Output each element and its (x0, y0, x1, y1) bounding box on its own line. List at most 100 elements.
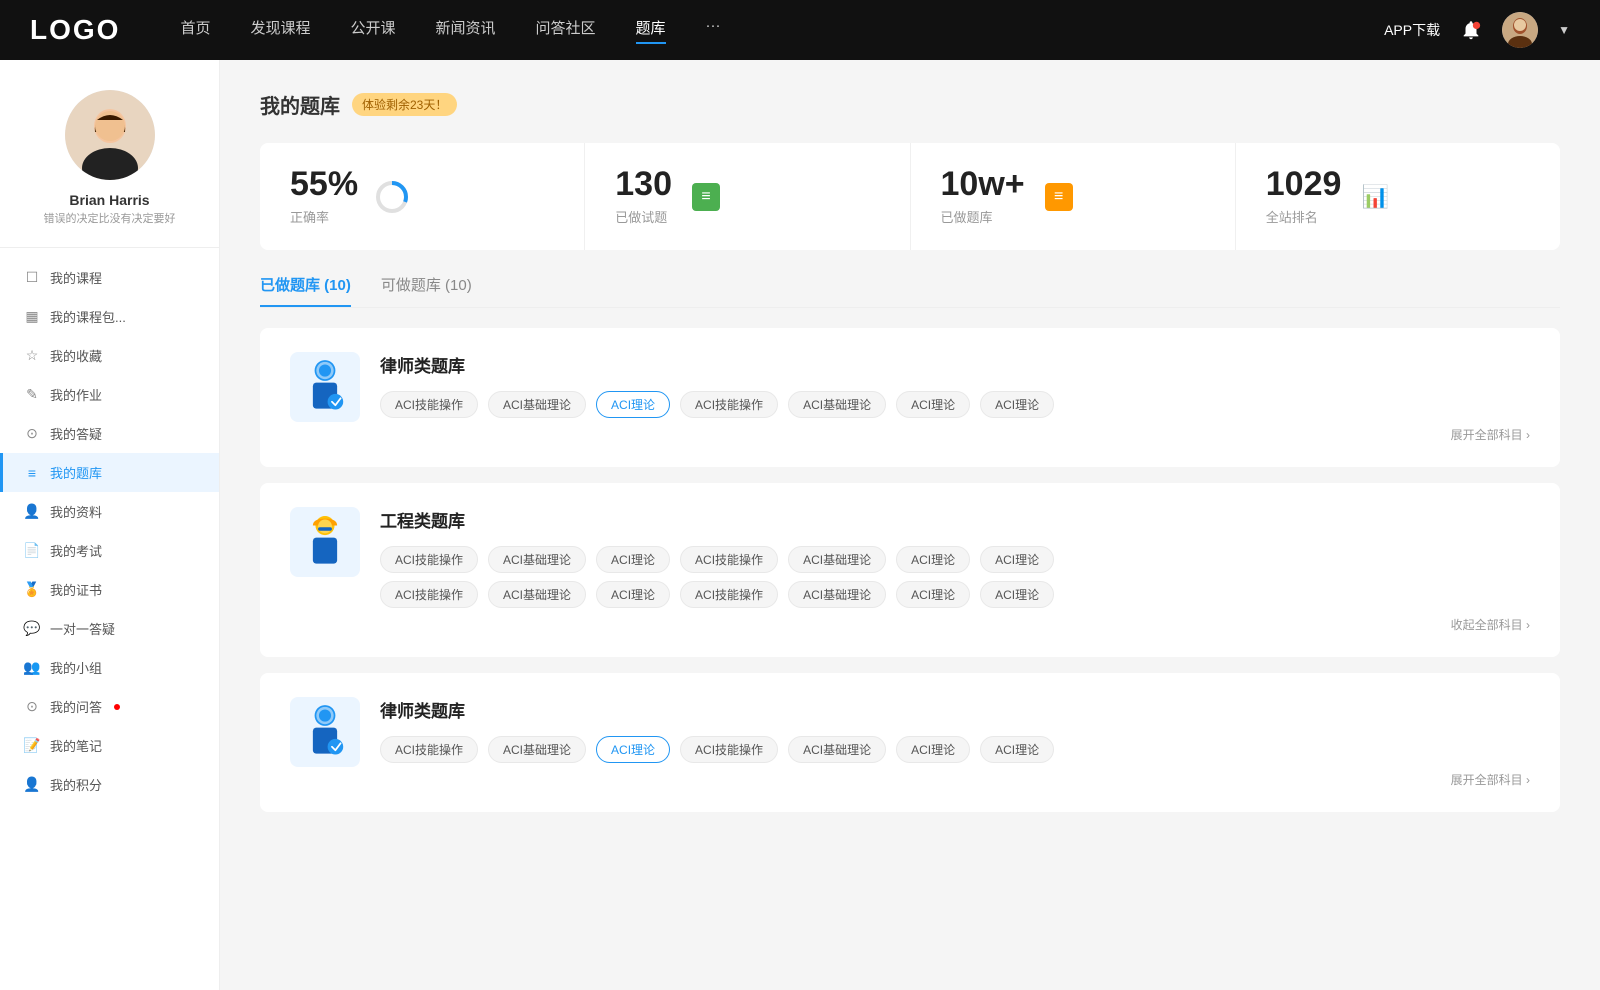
nav-item-questionbank[interactable]: 题库 (636, 17, 666, 44)
sidebar: Brian Harris 错误的决定比没有决定要好 ☐ 我的课程 ▦ 我的课程包… (0, 60, 220, 990)
nav-item-qa[interactable]: 问答社区 (536, 17, 596, 44)
stat-done-questions-label: 已做试题 (615, 207, 672, 226)
user-avatar[interactable] (1502, 12, 1538, 48)
nav-menu: 首页 发现课程 公开课 新闻资讯 问答社区 题库 ··· (180, 17, 1384, 44)
collapse-link-engineer[interactable]: 收起全部科目 › (380, 616, 1530, 633)
user-icon: 👤 (24, 504, 40, 520)
tag[interactable]: ACI技能操作 (680, 581, 778, 608)
sidebar-item-course-pack[interactable]: ▦ 我的课程包... (0, 297, 219, 336)
tabs-row: 已做题库 (10) 可做题库 (10) (260, 274, 1560, 308)
qbank-lawyer-1-tags: ACI技能操作 ACI基础理论 ACI理论 ACI技能操作 ACI基础理论 AC… (380, 391, 1530, 418)
qbank-lawyer-2-title: 律师类题库 (380, 697, 1530, 722)
bar-icon: ▦ (24, 309, 40, 325)
tag-active[interactable]: ACI理论 (596, 391, 670, 418)
sidebar-item-my-course[interactable]: ☐ 我的课程 (0, 258, 219, 297)
edit-icon: ✎ (24, 387, 40, 403)
tag-active[interactable]: ACI理论 (596, 736, 670, 763)
stats-row: 55% 正确率 130 已做试题 ≡ (260, 143, 1560, 250)
stat-site-rank: 1029 全站排名 📊 (1236, 143, 1560, 250)
doc-icon: 📄 (24, 543, 40, 559)
tag[interactable]: ACI理论 (896, 581, 970, 608)
qbank-lawyer-1-title: 律师类题库 (380, 352, 1530, 377)
tag[interactable]: ACI技能操作 (380, 546, 478, 573)
tag[interactable]: ACI基础理论 (788, 546, 886, 573)
sidebar-item-one-to-one[interactable]: 💬 一对一答疑 (0, 609, 219, 648)
tag[interactable]: ACI技能操作 (380, 391, 478, 418)
app-download-link[interactable]: APP下载 (1384, 20, 1440, 40)
note-icon: 📝 (24, 738, 40, 754)
red-chart-icon: 📊 (1357, 179, 1393, 215)
tag[interactable]: ACI基础理论 (488, 736, 586, 763)
tag[interactable]: ACI理论 (896, 736, 970, 763)
qbank-card-engineer: 工程类题库 ACI技能操作 ACI基础理论 ACI理论 ACI技能操作 ACI基… (260, 483, 1560, 657)
page-header: 我的题库 体验剩余23天！ (260, 90, 1560, 119)
nav-item-discover[interactable]: 发现课程 (250, 17, 310, 44)
score-icon: 👤 (24, 777, 40, 793)
chat-icon: 💬 (24, 621, 40, 637)
qbank-card-lawyer-2: 律师类题库 ACI技能操作 ACI基础理论 ACI理论 ACI技能操作 ACI基… (260, 673, 1560, 812)
list-icon: ≡ (24, 465, 40, 481)
sidebar-item-group[interactable]: 👥 我的小组 (0, 648, 219, 687)
tag[interactable]: ACI理论 (896, 391, 970, 418)
sidebar-item-points[interactable]: 👤 我的积分 (0, 765, 219, 804)
qbank-lawyer-2-tags: ACI技能操作 ACI基础理论 ACI理论 ACI技能操作 ACI基础理论 AC… (380, 736, 1530, 763)
navbar: LOGO 首页 发现课程 公开课 新闻资讯 问答社区 题库 ··· APP下载 … (0, 0, 1600, 60)
sidebar-item-notes[interactable]: 📝 我的笔记 (0, 726, 219, 765)
nav-item-more[interactable]: ··· (706, 17, 721, 44)
sidebar-item-qa[interactable]: ⊙ 我的问答 (0, 687, 219, 726)
sidebar-item-certificate[interactable]: 🏅 我的证书 (0, 570, 219, 609)
nav-item-open-course[interactable]: 公开课 (350, 17, 395, 44)
tag[interactable]: ACI基础理论 (488, 581, 586, 608)
stat-done-banks-value: 10w+ (941, 167, 1025, 201)
tag[interactable]: ACI理论 (596, 546, 670, 573)
qbank-engineer-tags-row1: ACI技能操作 ACI基础理论 ACI理论 ACI技能操作 ACI基础理论 AC… (380, 546, 1530, 573)
qbank-lawyer-2-icon (290, 697, 360, 767)
nav-item-news[interactable]: 新闻资讯 (436, 17, 496, 44)
cert-icon: 🏅 (24, 582, 40, 598)
tag[interactable]: ACI理论 (980, 391, 1054, 418)
stat-done-questions: 130 已做试题 ≡ (585, 143, 910, 250)
sidebar-item-favorites[interactable]: ☆ 我的收藏 (0, 336, 219, 375)
notification-bell-icon[interactable] (1460, 19, 1482, 41)
tag[interactable]: ACI技能操作 (680, 736, 778, 763)
tag[interactable]: ACI理论 (896, 546, 970, 573)
tag[interactable]: ACI基础理论 (788, 391, 886, 418)
user-dropdown-arrow-icon[interactable]: ▼ (1558, 23, 1570, 37)
qa-dot-badge (114, 704, 120, 710)
tag[interactable]: ACI技能操作 (380, 736, 478, 763)
expand-link-lawyer-1[interactable]: 展开全部科目 › (380, 426, 1530, 443)
tag[interactable]: ACI技能操作 (680, 391, 778, 418)
nav-item-home[interactable]: 首页 (180, 17, 210, 44)
tag[interactable]: ACI理论 (596, 581, 670, 608)
sidebar-menu: ☐ 我的课程 ▦ 我的课程包... ☆ 我的收藏 ✎ 我的作业 ⊙ 我的答疑 ≡… (0, 248, 219, 814)
profile-name: Brian Harris (69, 192, 149, 208)
tag[interactable]: ACI基础理论 (788, 736, 886, 763)
tag[interactable]: ACI技能操作 (680, 546, 778, 573)
expand-link-lawyer-2[interactable]: 展开全部科目 › (380, 771, 1530, 788)
sidebar-item-qa-answer[interactable]: ⊙ 我的答疑 (0, 414, 219, 453)
sidebar-item-questionbank[interactable]: ≡ 我的题库 (0, 453, 219, 492)
qbank-engineer-tags-row2: ACI技能操作 ACI基础理论 ACI理论 ACI技能操作 ACI基础理论 AC… (380, 581, 1530, 608)
tab-available-banks[interactable]: 可做题库 (10) (381, 274, 472, 307)
logo: LOGO (30, 14, 120, 46)
sidebar-item-homework[interactable]: ✎ 我的作业 (0, 375, 219, 414)
sidebar-item-profile[interactable]: 👤 我的资料 (0, 492, 219, 531)
tag[interactable]: ACI理论 (980, 736, 1054, 763)
qbank-lawyer-icon (290, 352, 360, 422)
qa-icon: ⊙ (24, 699, 40, 715)
tab-done-banks[interactable]: 已做题库 (10) (260, 274, 351, 307)
tag[interactable]: ACI技能操作 (380, 581, 478, 608)
tag[interactable]: ACI基础理论 (488, 546, 586, 573)
qbank-engineer-title: 工程类题库 (380, 507, 1530, 532)
tag[interactable]: ACI理论 (980, 581, 1054, 608)
question-icon: ⊙ (24, 426, 40, 442)
sidebar-item-exam[interactable]: 📄 我的考试 (0, 531, 219, 570)
stat-done-banks: 10w+ 已做题库 ≡ (911, 143, 1236, 250)
tag[interactable]: ACI基础理论 (788, 581, 886, 608)
stat-done-banks-label: 已做题库 (941, 207, 1025, 226)
tag[interactable]: ACI理论 (980, 546, 1054, 573)
orange-list-icon: ≡ (1041, 179, 1077, 215)
tag[interactable]: ACI基础理论 (488, 391, 586, 418)
stat-accuracy-label: 正确率 (290, 207, 358, 226)
file-icon: ☐ (24, 270, 40, 286)
